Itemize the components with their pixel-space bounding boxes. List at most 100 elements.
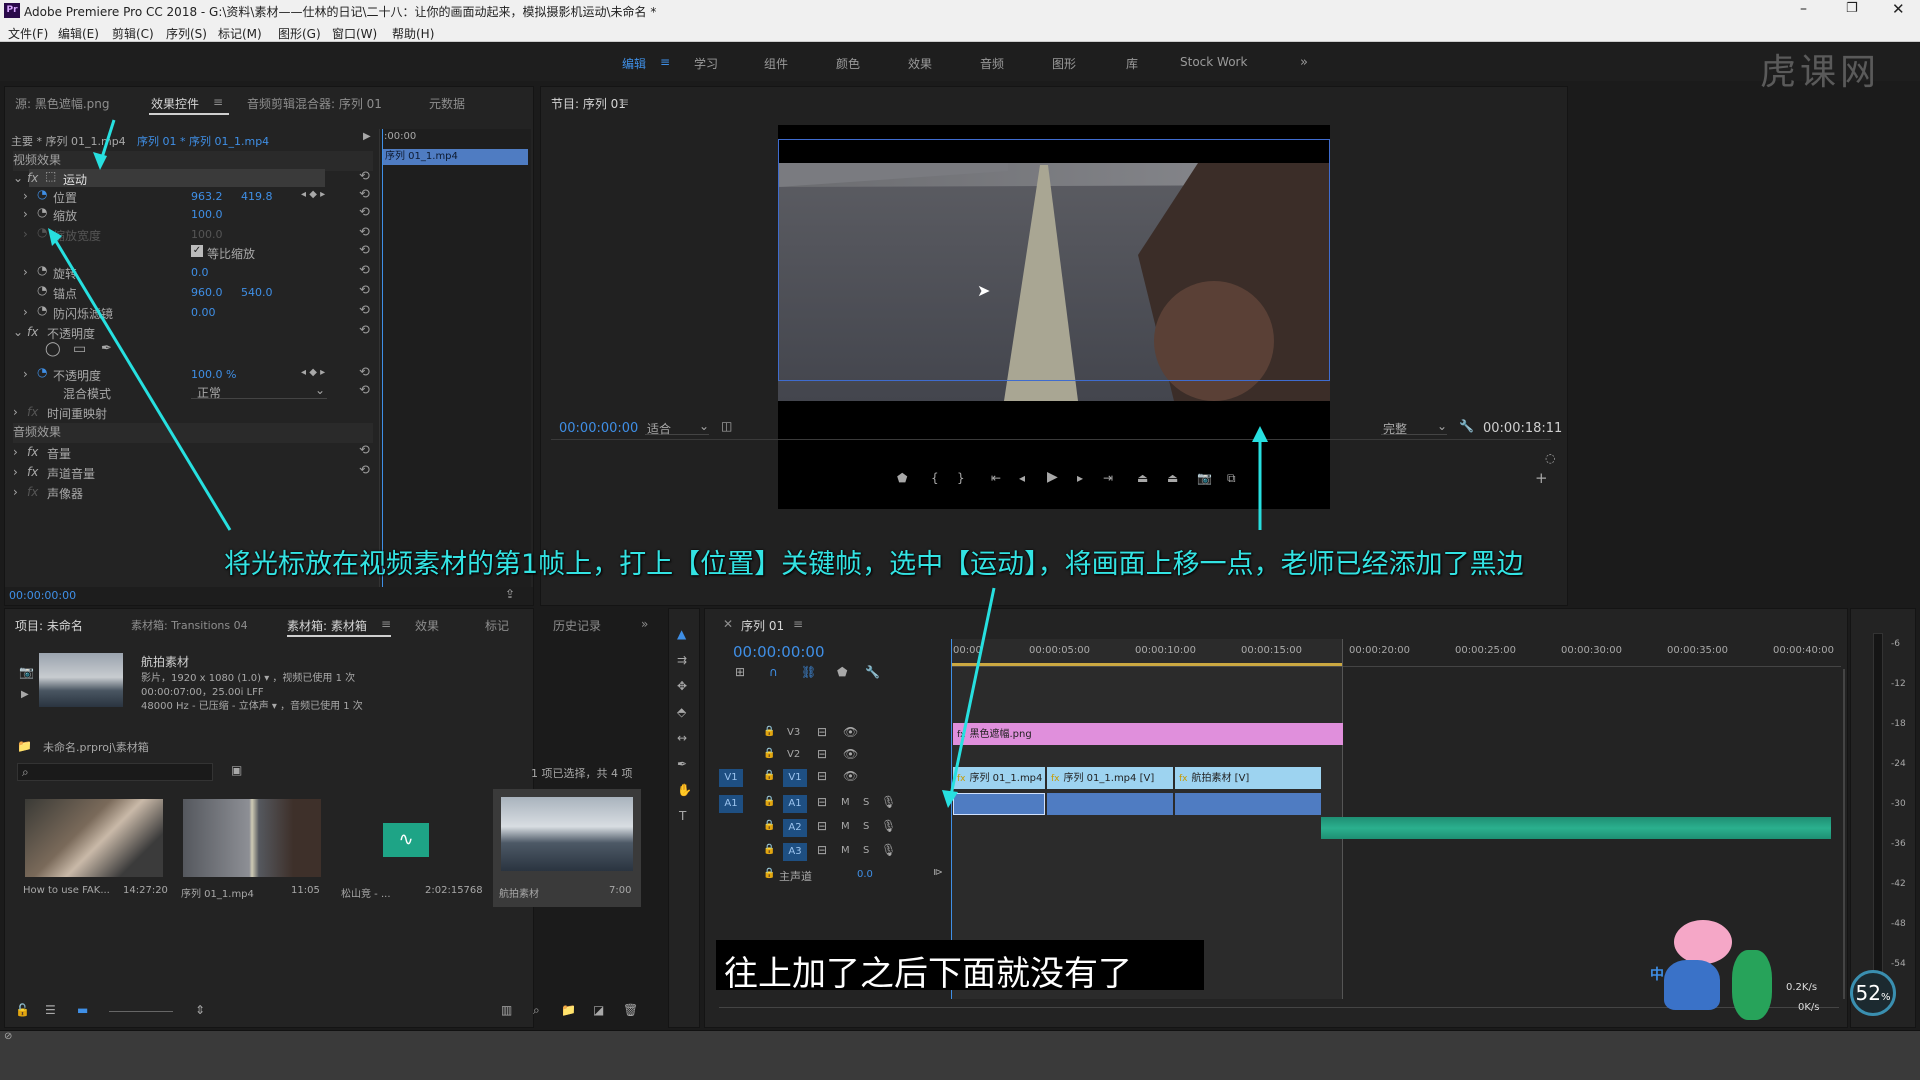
ime-indicator[interactable]: 中 [1650, 964, 1664, 984]
reset-opacity-icon[interactable]: ⟲ [359, 365, 370, 380]
go-to-out-icon[interactable]: ⇥ [1103, 471, 1113, 485]
rectangle-mask-icon[interactable]: ▭ [73, 341, 86, 357]
lock-track-icon[interactable]: 🔒 [763, 770, 775, 781]
mute-button[interactable]: M [841, 821, 850, 832]
master-clip-label[interactable]: 主要 * 序列 01_1.mp4 [11, 133, 126, 149]
panner-expand-icon[interactable]: › [13, 485, 18, 499]
project-search-input[interactable]: ⌕ [17, 763, 213, 781]
sync-lock-icon[interactable]: ⊟ [817, 843, 827, 857]
icon-view-icon[interactable]: ▬ [77, 1003, 88, 1017]
sort-icon[interactable]: ⇕ [195, 1003, 205, 1017]
pen-tool-icon[interactable]: ✒ [677, 757, 687, 771]
track-target-a3[interactable]: A3 [783, 843, 807, 861]
clip-v1-b[interactable]: fx 序列 01_1.mp4 [V] [1047, 767, 1173, 789]
workspace-learn[interactable]: 学习 [694, 55, 718, 72]
sync-lock-icon[interactable]: ⊟ [817, 795, 827, 809]
reset-scale-width-icon[interactable]: ⟲ [359, 225, 370, 240]
lock-track-icon[interactable]: 🔒 [763, 748, 775, 759]
settings-icon[interactable]: ◫ [721, 419, 732, 433]
step-forward-icon[interactable]: ▸ [1077, 471, 1083, 485]
export-frame-icon[interactable]: ⇪ [505, 587, 515, 601]
tab-bin-menu-icon[interactable]: ≡ [381, 617, 391, 631]
new-item-icon[interactable]: ◪ [593, 1003, 604, 1017]
close-sequence-icon[interactable]: ✕ [723, 617, 733, 631]
menu-file[interactable]: 文件(F) [8, 25, 48, 42]
workspace-assembly[interactable]: 组件 [764, 55, 788, 72]
snap-icon[interactable]: ∩ [769, 665, 778, 679]
lock-icon[interactable]: 🔓 [15, 1003, 30, 1017]
menu-clip[interactable]: 剪辑(C) [112, 25, 154, 42]
scale-expand-icon[interactable]: › [23, 207, 28, 221]
fx-icon[interactable]: fx [27, 171, 38, 185]
rotation-expand-icon[interactable]: › [23, 265, 28, 279]
lock-track-icon[interactable]: 🔒 [763, 820, 775, 831]
workspace-audio[interactable]: 音频 [980, 55, 1004, 72]
new-search-bin-icon[interactable]: ▣ [231, 763, 242, 777]
program-monitor-title[interactable]: 节目: 序列 01 [551, 95, 626, 112]
sequence-menu-icon[interactable]: ≡ [793, 617, 803, 631]
rotation-value[interactable]: 0.0 [191, 266, 209, 279]
anchor-stopwatch-icon[interactable]: ◔ [37, 283, 47, 297]
track-target-a1[interactable]: A1 [783, 795, 807, 813]
eye-icon[interactable]: 👁 [843, 769, 858, 783]
reset-position-icon[interactable]: ⟲ [359, 187, 370, 202]
workspace-stock[interactable]: Stock Work [1180, 55, 1247, 69]
clip-v3-matte[interactable]: fx 黑色遮幅.png [953, 723, 1343, 745]
tab-markers[interactable]: 标记 [485, 617, 509, 634]
list-view-icon[interactable]: ☰ [45, 1003, 56, 1017]
menu-help[interactable]: 帮助(H) [392, 25, 434, 42]
program-scrub-bar[interactable] [551, 439, 1551, 447]
project-item-selected[interactable]: 航拍素材 7:00 [493, 789, 641, 907]
microphone-icon[interactable]: 🎙 [881, 843, 896, 857]
mute-button[interactable]: M [841, 845, 850, 856]
tab-source[interactable]: 源: 黑色遮幅.png [15, 95, 110, 112]
zoom-slider[interactable] [109, 1011, 173, 1012]
track-target-v1[interactable]: V1 [783, 769, 807, 787]
master-track-value[interactable]: 0.0 [857, 869, 873, 880]
automate-icon[interactable]: ▥ [501, 1003, 512, 1017]
clip-v1-a[interactable]: fx 序列 01_1.mp4 [953, 767, 1045, 789]
reset-opacity-header-icon[interactable]: ⟲ [359, 323, 370, 338]
eye-icon[interactable]: 👁 [843, 747, 858, 761]
effect-timeline-clip[interactable]: 序列 01_1.mp4 [382, 149, 528, 165]
reset-flicker-icon[interactable]: ⟲ [359, 303, 370, 318]
add-marker-icon[interactable]: ⬟ [897, 471, 907, 485]
track-label[interactable]: V2 [787, 749, 800, 760]
tab-effect-controls[interactable]: 效果控件 [151, 95, 199, 112]
opacity-expand-icon[interactable]: ⌄ [13, 325, 23, 339]
reset-uniform-icon[interactable]: ⟲ [359, 243, 370, 258]
panner-label[interactable]: 声像器 [47, 485, 83, 502]
workspace-library[interactable]: 库 [1126, 55, 1138, 72]
menu-sequence[interactable]: 序列(S) [166, 25, 207, 42]
scale-stopwatch-icon[interactable]: ◔ [37, 205, 47, 219]
workspace-graphics[interactable]: 图形 [1052, 55, 1076, 72]
quality-select[interactable]: 完整 ⌄ [1381, 419, 1447, 436]
trash-icon[interactable]: 🗑 [623, 1003, 638, 1017]
ellipse-mask-icon[interactable]: ◯ [45, 341, 61, 357]
find-icon[interactable]: ⌕ [533, 1003, 540, 1018]
time-remap-fx-icon[interactable]: fx [27, 405, 38, 419]
add-marker-icon[interactable]: ⬟ [837, 665, 847, 679]
poster-frame-icon[interactable]: 📷 [19, 665, 34, 679]
tab-overflow-icon[interactable]: » [641, 617, 648, 631]
channel-volume-label[interactable]: 声道音量 [47, 465, 95, 482]
sequence-tab[interactable]: 序列 01 [741, 617, 784, 634]
lock-track-icon[interactable]: 🔒 [763, 868, 775, 879]
reset-channel-volume-icon[interactable]: ⟲ [359, 463, 370, 478]
panner-fx-icon[interactable]: fx [27, 485, 38, 499]
keyframe-nav-icon[interactable]: ◂ ◆ ▸ [301, 189, 325, 200]
status-icon[interactable]: ⊘ [4, 1031, 12, 1042]
step-back-icon[interactable]: ◂ [1019, 471, 1025, 485]
project-item[interactable]: ∿ 松山竞 - ... 2:02:15768 [335, 789, 489, 907]
transform-icon[interactable]: ⬚ [45, 169, 56, 183]
type-tool-icon[interactable]: T [679, 809, 686, 823]
preview-play-icon[interactable]: ▶ [21, 689, 29, 700]
reset-rotation-icon[interactable]: ⟲ [359, 263, 370, 278]
workspace-menu-icon[interactable]: ≡ [660, 55, 670, 69]
opacity-keyframe-nav-icon[interactable]: ◂ ◆ ▸ [301, 367, 325, 378]
go-to-end-icon[interactable]: ⧐ [933, 867, 943, 878]
volume-fx-icon[interactable]: fx [27, 445, 38, 459]
extract-icon[interactable]: ⏏ [1167, 471, 1178, 485]
menu-graphics[interactable]: 图形(G) [278, 25, 321, 42]
play-button[interactable]: ▶ [1047, 469, 1058, 485]
